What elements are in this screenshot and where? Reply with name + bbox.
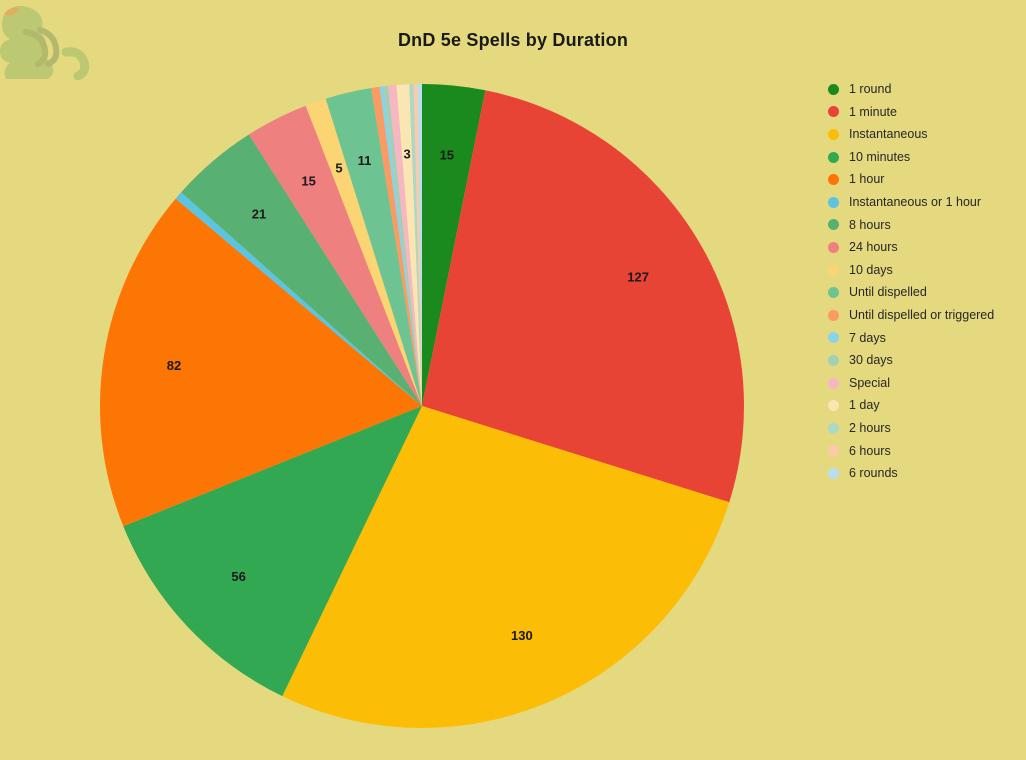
- pie-slice-value-label: 82: [167, 358, 181, 373]
- legend-item-label: 1 minute: [849, 104, 897, 119]
- legend-item[interactable]: Special: [828, 372, 1023, 395]
- legend-item-label: 8 hours: [849, 217, 891, 232]
- pie-slice-value-label: 3: [403, 147, 410, 162]
- legend-item-label: 7 days: [849, 330, 886, 345]
- chart-legend: 1 round 1 minute Instantaneous 10 minutes 1 …: [828, 78, 1023, 485]
- pie-slice-value-label: 21: [252, 206, 266, 221]
- legend-swatch-icon: [828, 354, 839, 366]
- pie-slice-value-label: 15: [301, 173, 315, 188]
- legend-item[interactable]: 1 round: [828, 78, 1023, 101]
- legend-item-label: 10 days: [849, 262, 893, 277]
- legend-swatch-icon: [828, 400, 839, 412]
- legend-swatch-icon: [828, 196, 839, 208]
- legend-item[interactable]: 2 hours: [828, 417, 1023, 440]
- legend-item[interactable]: 1 minute: [828, 101, 1023, 124]
- legend-item[interactable]: 30 days: [828, 349, 1023, 372]
- pie-slice-group: [100, 84, 744, 728]
- legend-item[interactable]: 10 days: [828, 259, 1023, 282]
- pie-slice-value-label: 15: [440, 148, 454, 163]
- legend-item[interactable]: 7 days: [828, 327, 1023, 350]
- legend-swatch-icon: [828, 106, 839, 118]
- legend-item-label: 10 minutes: [849, 149, 911, 164]
- legend-item[interactable]: Until dispelled: [828, 281, 1023, 304]
- legend-item[interactable]: 1 day: [828, 394, 1023, 417]
- legend-swatch-icon: [828, 128, 839, 140]
- pie-slice-value-label: 11: [358, 153, 372, 168]
- legend-item-label: Until dispelled or triggered: [849, 307, 995, 322]
- legend-item[interactable]: 1 hour: [828, 168, 1023, 191]
- legend-swatch-icon: [828, 445, 839, 457]
- legend-item[interactable]: Instantaneous or 1 hour: [828, 191, 1023, 214]
- legend-swatch-icon: [828, 467, 839, 479]
- legend-item[interactable]: 10 minutes: [828, 146, 1023, 169]
- legend-item[interactable]: 6 rounds: [828, 462, 1023, 485]
- legend-item-label: Until dispelled: [849, 285, 927, 300]
- legend-item[interactable]: Instantaneous: [828, 123, 1023, 146]
- legend-swatch-icon: [828, 151, 839, 163]
- legend-item[interactable]: Until dispelled or triggered: [828, 304, 1023, 327]
- legend-item-label: 6 hours: [849, 443, 891, 458]
- legend-item-label: Special: [849, 375, 890, 390]
- pie-slice-value-label: 5: [335, 160, 342, 175]
- legend-item-label: 1 day: [849, 398, 880, 413]
- legend-item-label: 24 hours: [849, 240, 898, 255]
- legend-swatch-icon: [828, 422, 839, 434]
- legend-swatch-icon: [828, 83, 839, 95]
- pie-slice-value-label: 130: [511, 628, 533, 643]
- legend-item-label: Instantaneous or 1 hour: [849, 195, 982, 210]
- legend-item-label: 2 hours: [849, 420, 891, 435]
- legend-item-label: 30 days: [849, 353, 893, 368]
- legend-swatch-icon: [828, 264, 839, 276]
- legend-item-label: 6 rounds: [849, 466, 898, 481]
- legend-swatch-icon: [828, 219, 839, 231]
- legend-item-label: Instantaneous: [849, 127, 928, 142]
- pie-slice-value-label: 127: [627, 269, 649, 284]
- legend-item[interactable]: 8 hours: [828, 214, 1023, 237]
- pie-slice-value-label: 56: [231, 569, 245, 584]
- pie-chart: 15 127 130 56 82 21 15 5 11 3: [100, 84, 745, 729]
- page-title: DnD 5e Spells by Duration: [397, 30, 629, 50]
- legend-item-label: 1 round: [849, 82, 892, 97]
- legend-swatch-icon: [828, 241, 839, 253]
- legend-swatch-icon: [828, 309, 839, 321]
- chart-page: DnD 5e Spells by Duration 15 127 130 56 82 21…: [0, 0, 1026, 760]
- legend-swatch-icon: [828, 332, 839, 344]
- legend-swatch-icon: [828, 174, 839, 186]
- legend-swatch-icon: [828, 377, 839, 389]
- legend-swatch-icon: [828, 287, 839, 299]
- legend-item[interactable]: 24 hours: [828, 236, 1023, 259]
- legend-item[interactable]: 6 hours: [828, 440, 1023, 463]
- pie-svg: 15 127 130 56 82 21 15 5 11 3: [100, 84, 744, 728]
- legend-item-label: 1 hour: [849, 172, 885, 187]
